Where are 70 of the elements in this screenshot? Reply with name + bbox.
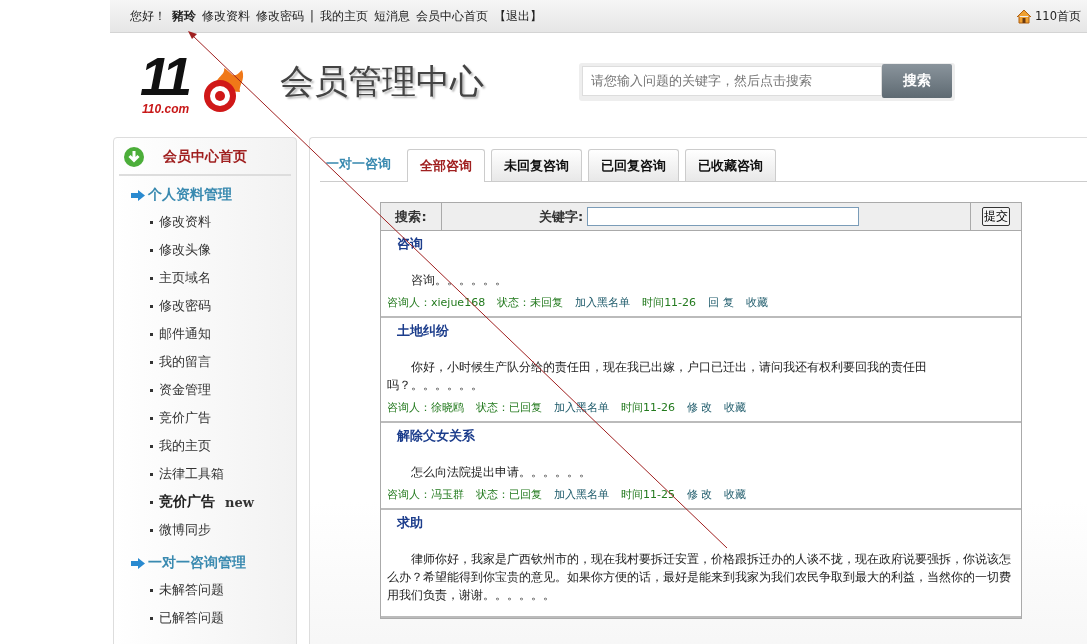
action-link[interactable]: 回 复 (708, 295, 734, 310)
sidebar-item[interactable]: 修改密码 (159, 297, 211, 315)
time-text: 时间11-25 (621, 487, 675, 502)
action-link[interactable]: 修 改 (686, 400, 713, 415)
consultation-title[interactable]: 咨询 (387, 231, 1015, 253)
keyword-field[interactable] (587, 207, 860, 226)
search-field[interactable]: 请您输入问题的关键字，然后点击搜索 (582, 65, 882, 96)
time-text: 时间11-26 (642, 295, 697, 310)
top-link[interactable]: 修改资料 (202, 8, 250, 24)
status-label: 状态：已回复 (476, 487, 542, 502)
sidebar-item[interactable]: 微博同步 (159, 521, 211, 539)
blacklist-link[interactable]: 加入黑名单 (554, 487, 609, 502)
home-link[interactable]: 110首页 (1016, 8, 1081, 24)
sidebar-item[interactable]: 主页域名 (159, 269, 211, 287)
top-link[interactable]: 我的主页 (319, 8, 368, 24)
site-title: 会员管理中心 (280, 59, 484, 103)
consultation-title[interactable]: 求助 (387, 510, 1015, 532)
house-icon (1016, 8, 1033, 24)
sidebar-item[interactable]: 法律工具箱 (159, 465, 224, 483)
user-name: 豬玲 (172, 8, 196, 24)
arrow-icon (131, 189, 145, 201)
sidebar-item[interactable]: 邮件通知 (159, 325, 211, 343)
blacklist-link[interactable]: 加入黑名单 (575, 295, 631, 310)
top-link[interactable]: 会员中心首页 (415, 8, 488, 24)
submit-button[interactable]: 提交 (982, 207, 1010, 226)
consultation-text: 怎么向法院提出申请。。。。。。 (410, 464, 592, 481)
asker-text: 咨询人：冯玉群 (387, 487, 464, 502)
sidebar-item[interactable]: 我的留言 (159, 353, 211, 371)
status-label: 状态：未回复 (497, 295, 564, 310)
section-heading: 一对一咨询 (325, 155, 392, 173)
tab[interactable]: 未回复咨询 (491, 149, 582, 181)
consultation-title[interactable]: 土地纠纷 (387, 318, 1015, 340)
logo-domain: 110.com (142, 101, 190, 116)
greeting-text: 您好！ (130, 8, 166, 24)
sidebar-item[interactable]: 我的主页 (159, 437, 211, 455)
tab[interactable]: 全部咨询 (407, 149, 485, 182)
tab[interactable]: 已回复咨询 (588, 149, 679, 181)
asker-text: 咨询人：xiejue168 (387, 295, 486, 310)
search-label: 搜索: (381, 203, 442, 230)
status-label: 状态：已回复 (476, 400, 542, 415)
favorite-link[interactable]: 收藏 (724, 400, 747, 415)
consultation-text: 律师你好，我家是广西钦州市的，现在我村要拆迁安置，价格跟拆迁办的人谈不拢，现在政府说要强拆，你说该怎么办？希望能得到你宝贵的意见。如果你方便的话，最好是能来到我家为我们农民争取到最大的利益，当然你的一切费用我们负责，谢谢。。。。。。 (387, 551, 1012, 604)
time-text: 时间11-26 (621, 400, 675, 415)
top-link[interactable]: 【退出】 (493, 8, 542, 24)
favorite-link[interactable]: 收藏 (724, 487, 747, 502)
sidebar-item[interactable]: 竞价广告 (159, 493, 215, 511)
top-link[interactable]: 修改密码 (256, 8, 304, 24)
download-icon (123, 146, 145, 168)
consultation-title[interactable]: 解除父女关系 (387, 423, 1015, 445)
favorite-link[interactable]: 收藏 (745, 295, 768, 310)
sidebar-item[interactable]: 资金管理 (159, 381, 211, 399)
top-link[interactable]: | (310, 9, 314, 23)
top-link[interactable]: 短消息 (373, 8, 410, 24)
action-link[interactable]: 修 改 (686, 487, 713, 502)
new-label: new (225, 494, 254, 510)
sidebar-item[interactable]: 修改资料 (159, 213, 211, 231)
search-button[interactable]: 搜索 (882, 63, 952, 98)
tab[interactable]: 已收藏咨询 (685, 149, 776, 181)
arrow-icon (131, 557, 145, 569)
sidebar-item[interactable]: 已解答问题 (159, 609, 224, 627)
sidebar-item[interactable]: 未解答问题 (159, 581, 224, 599)
logo-mark: 11 (140, 55, 190, 96)
keyword-label: 关键字: (539, 207, 584, 226)
asker-text: 咨询人：徐晓鸥 (387, 400, 464, 415)
section-title[interactable]: 一对一咨询管理 (148, 554, 246, 572)
member-home-link[interactable]: 会员中心首页 (163, 148, 247, 166)
sidebar-item[interactable]: 竞价广告 (159, 409, 211, 427)
sidebar-item[interactable]: 修改头像 (159, 241, 211, 259)
section-title[interactable]: 个人资料管理 (148, 186, 232, 204)
consultation-text: 咨询。。。。。。 (410, 272, 508, 289)
